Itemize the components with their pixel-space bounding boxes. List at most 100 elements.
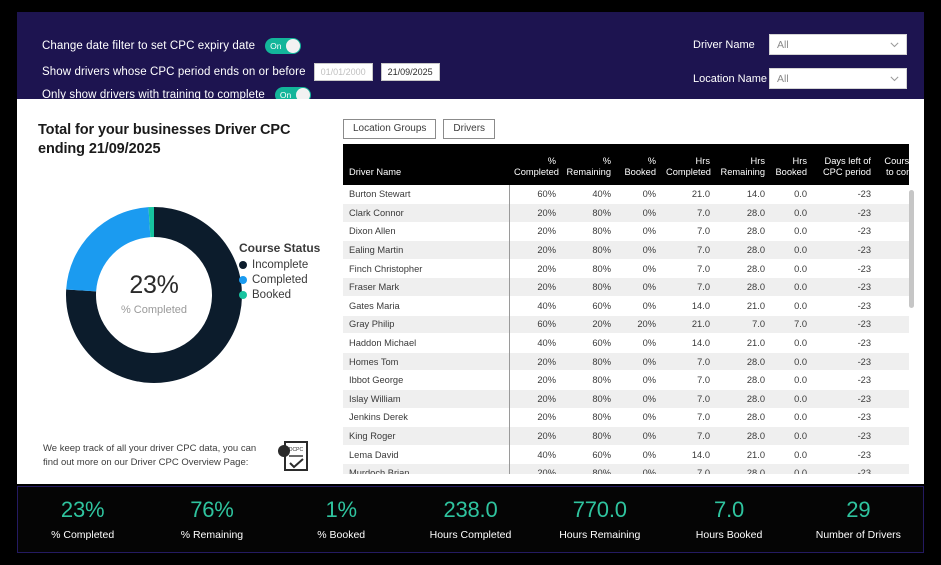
table-col-header[interactable]: % Remaining: [561, 144, 616, 185]
table-row[interactable]: Homes Tom 20% 80% 0% 7.0 28.0 0.0 -23 4.0: [343, 352, 909, 371]
driver-name-dropdown[interactable]: All: [769, 34, 907, 55]
table-row[interactable]: Haddon Michael 40% 60% 0% 14.0 21.0 0.0 -23 3.0: [343, 333, 909, 353]
table-body: Burton Stewart60%40%0%21.014.00.0-232.0C…: [343, 185, 909, 474]
table-cell-value: 80%: [592, 263, 611, 274]
driver-name-slicer: Driver Name All: [693, 34, 907, 55]
table-cell-value: -23: [857, 393, 871, 404]
table-row[interactable]: Jenkins Derek 20% 80% 0% 7.0 28.0 0.0 -23 4.0: [343, 408, 909, 427]
legend-item-incomplete[interactable]: Incomplete: [239, 259, 320, 271]
table-col-header[interactable]: Hrs Completed: [661, 144, 715, 185]
date-from-input[interactable]: 01/01/2000: [313, 63, 373, 81]
table-cell-value: 20%: [537, 356, 556, 367]
table-row[interactable]: Finch Christopher 20% 80% 0% 7.0 28.0 0.0 -23 4.…: [343, 259, 909, 278]
table-cell-value: 4.0: [876, 352, 909, 371]
table-row[interactable]: Dixon Allen 20% 80% 0% 7.0 28.0 0.0 -23 4.0: [343, 222, 909, 241]
certificate-document-icon[interactable]: DCPC: [275, 439, 311, 473]
table-col-header[interactable]: Hrs Remaining: [715, 144, 770, 185]
table-scrollbar[interactable]: [909, 144, 916, 474]
table-cell-value: 28.0: [746, 356, 765, 367]
table-cell-value: -23: [857, 449, 871, 460]
table-header: Driver Name% Completed% Remaining% Booked Hr…: [343, 144, 909, 185]
table-cell-driver-name: Burton Stewart: [343, 185, 510, 204]
location-name-value: All: [777, 72, 789, 85]
table-col-header[interactable]: % Completed: [509, 144, 561, 185]
drivers-button[interactable]: Drivers: [443, 119, 496, 139]
table-row[interactable]: Lema David 40% 60% 0% 14.0 21.0 0.0 -23 3.0: [343, 445, 909, 464]
table-cell-value: -23: [857, 412, 871, 423]
kpi-summary-bar: 23% % Completed 76% % Remaining 1% % Booked 23…: [17, 486, 924, 553]
overview-note-text: We keep track of all your driver CPC dat…: [43, 443, 257, 468]
kpi-label: Number of Drivers: [815, 528, 901, 541]
table-cell-value: 0%: [642, 245, 656, 256]
table-row[interactable]: Clark Connor 20% 80% 0% 7.0 28.0 0.0 -23 4.0: [343, 203, 909, 223]
table-cell-value: 20%: [537, 207, 556, 218]
table-cell-value: 28.0: [746, 207, 765, 218]
legend-swatch: [239, 291, 247, 299]
table-row[interactable]: Fraser Mark 20% 80% 0% 7.0 28.0 0.0 -23 4.0: [343, 277, 909, 297]
table-scrollbar-thumb[interactable]: [909, 190, 914, 308]
kpi-card: 7.0 Hours Booked: [664, 487, 793, 552]
driver-name-slicer-label: Driver Name: [693, 38, 755, 51]
table-row[interactable]: Ibbot George 20% 80% 0% 7.0 28.0 0.0 -23 4.0: [343, 370, 909, 390]
kpi-label: % Booked: [317, 528, 366, 541]
table-cell-value: 14.0: [691, 449, 710, 460]
kpi-card: 1% % Booked: [277, 487, 406, 552]
date-to-input[interactable]: 21/09/2025: [380, 63, 440, 81]
date-filter-toggle[interactable]: On: [265, 38, 302, 54]
table-cell-driver-name: King Roger: [343, 426, 510, 446]
chart-legend: Course Status Incomplete Completed Booke…: [239, 241, 320, 301]
location-name-slicer-label: Location Name: [693, 72, 767, 85]
table-col-header[interactable]: % Booked: [616, 144, 661, 185]
location-groups-button[interactable]: Location Groups: [343, 119, 437, 139]
table-cell-value: 0.0: [794, 356, 807, 367]
course-status-donut-chart[interactable]: 23% % Completed: [62, 203, 246, 387]
table-cell-value: 0%: [642, 412, 656, 423]
legend-item-booked[interactable]: Booked: [239, 289, 320, 301]
table-cell-value: 14.0: [691, 300, 710, 311]
kpi-label: Hours Completed: [429, 528, 512, 541]
table-cell-value: 60%: [592, 449, 611, 460]
table-cell-value: 0%: [642, 226, 656, 237]
table-col-header[interactable]: Hrs Booked: [770, 144, 812, 185]
drivers-table-container[interactable]: Driver Name% Completed% Remaining% Booked Hr…: [343, 144, 909, 474]
table-cell-value: 20%: [537, 263, 556, 274]
table-cell-value: 0.0: [794, 263, 807, 274]
table-cell-value: -23: [857, 207, 871, 218]
table-header-row: Driver Name% Completed% Remaining% Booked Hr…: [343, 144, 909, 185]
table-cell-value: 0.0: [794, 226, 807, 237]
chevron-down-icon: [890, 76, 899, 82]
table-cell-value: 80%: [592, 282, 611, 293]
table-cell-value: 4.0: [876, 408, 909, 427]
table-cell-value: -23: [857, 282, 871, 293]
table-cell-value: 7.0: [794, 319, 807, 330]
date-filter-toggle-row: Change date filter to set CPC expiry dat…: [42, 38, 302, 54]
main-panel: Total for your businesses Driver CPC end…: [17, 99, 924, 484]
table-cell-value: 28.0: [746, 412, 765, 423]
table-row[interactable]: Gates Maria 40% 60% 0% 14.0 21.0 0.0 -23 3.0: [343, 296, 909, 316]
table-col-header[interactable]: Courses leftto complete: [876, 144, 909, 185]
table-cell-value: 4.0: [876, 427, 909, 446]
table-cell-value: 80%: [592, 375, 611, 386]
drivers-table: Driver Name% Completed% Remaining% Booked Hr…: [343, 144, 909, 474]
legend-item-completed[interactable]: Completed: [239, 274, 320, 286]
location-name-dropdown[interactable]: All: [769, 68, 907, 89]
table-col-header[interactable]: Driver Name: [343, 144, 509, 185]
table-cell-driver-name: Islay William: [343, 389, 510, 409]
table-row[interactable]: Islay William 20% 80% 0% 7.0 28.0 0.0 -23 4.0: [343, 389, 909, 409]
toggle-knob: [286, 39, 301, 53]
table-row[interactable]: Murdoch Brian 20% 80% 0% 7.0 28.0 0.0 -23 4.0: [343, 463, 909, 474]
table-col-header[interactable]: Days left of CPC period: [812, 144, 876, 185]
kpi-value: 1%: [325, 497, 358, 523]
table-cell-driver-name: Jenkins Derek: [343, 408, 510, 427]
table-row[interactable]: King Roger 20% 80% 0% 7.0 28.0 0.0 -23 4.0: [343, 426, 909, 446]
table-cell-value: -23: [857, 319, 871, 330]
table-row[interactable]: Ealing Martin 20% 80% 0% 7.0 28.0 0.0 -23 4.0: [343, 240, 909, 260]
kpi-value: 76%: [190, 497, 234, 523]
table-row[interactable]: Gray Philip 60% 20% 20% 21.0 7.0 7.0 -23 2.0: [343, 315, 909, 334]
table-cell-value: 3.0: [876, 445, 909, 464]
table-row[interactable]: Burton Stewart 60% 40% 0% 21.0 14.0 0.0 -23 2.0: [343, 185, 909, 204]
table-cell-value: 7.0: [752, 319, 765, 330]
table-cell-value: -23: [857, 338, 871, 349]
table-cell-value: -23: [857, 468, 871, 474]
table-cell-value: 0.0: [794, 431, 807, 442]
